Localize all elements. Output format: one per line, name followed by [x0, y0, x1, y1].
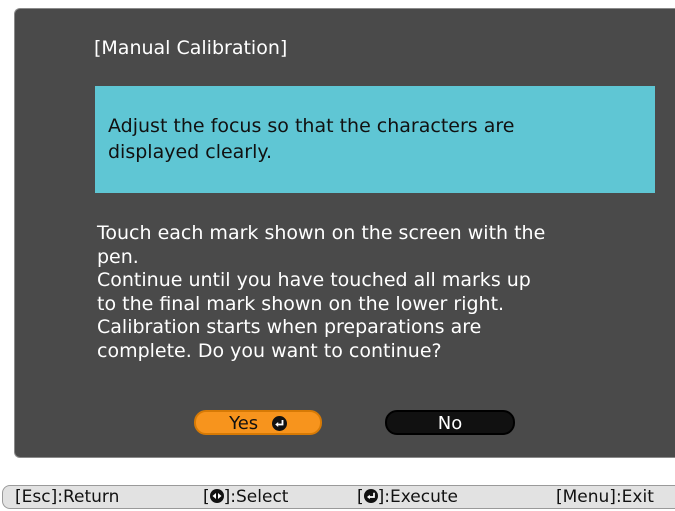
select-action-label: :Select: [230, 487, 289, 507]
projector-screen: [Manual Calibration] Adjust the focus so…: [0, 0, 675, 511]
hint-execute: [ ]:Execute: [357, 486, 458, 508]
message-line: complete. Do you want to continue?: [97, 339, 442, 362]
message-line: to the final mark shown on the lower rig…: [97, 292, 505, 315]
hint-esc: [Esc]:Return: [15, 486, 119, 508]
notice-line: Adjust the focus so that the characters …: [108, 115, 515, 137]
focus-notice-box: Adjust the focus so that the characters …: [95, 86, 655, 193]
instructions-message: Touch each mark shown on the screen with…: [97, 222, 617, 363]
select-key-open: [: [203, 487, 210, 507]
yes-button-label: Yes: [229, 413, 259, 434]
notice-line: displayed clearly.: [108, 141, 272, 163]
esc-key-label: [Esc]: [15, 487, 58, 507]
enter-icon: [271, 416, 287, 431]
yes-button[interactable]: Yes: [194, 410, 322, 435]
esc-action-label: :Return: [57, 487, 120, 507]
message-line: Calibration starts when preparations are: [97, 316, 482, 338]
message-line: Touch each mark shown on the screen with…: [97, 222, 546, 244]
hint-menu: [Menu]:Exit: [556, 486, 654, 508]
execute-action-label: :Execute: [384, 487, 458, 507]
key-guide-bar: [Esc]:Return [ ]:Select [ ]:Execute [Men…: [2, 485, 675, 509]
message-line: Continue until you have touched all mark…: [97, 269, 531, 291]
message-line: pen.: [97, 245, 139, 268]
left-right-arrows-icon: [209, 489, 224, 503]
no-button[interactable]: No: [385, 410, 515, 435]
dialog-title: [Manual Calibration]: [94, 37, 288, 59]
no-button-label: No: [437, 413, 463, 434]
hint-select: [ ]:Select: [203, 486, 288, 508]
enter-icon: [363, 489, 378, 503]
menu-key-label: [Menu]: [556, 487, 616, 507]
manual-calibration-dialog: [Manual Calibration] Adjust the focus so…: [14, 8, 675, 458]
menu-action-label: :Exit: [615, 487, 654, 507]
execute-key-open: [: [357, 487, 364, 507]
